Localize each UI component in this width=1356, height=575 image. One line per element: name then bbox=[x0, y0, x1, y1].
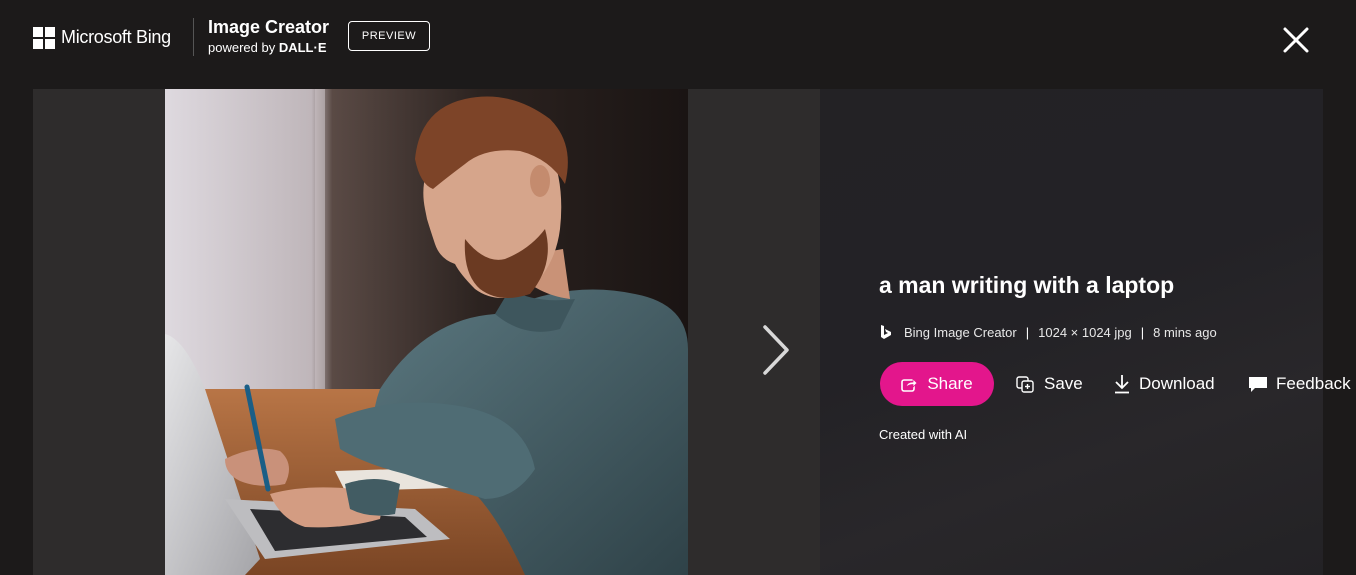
bing-b-icon bbox=[881, 325, 891, 339]
meta-source[interactable]: Bing Image Creator bbox=[904, 325, 1017, 340]
feedback-button[interactable]: Feedback bbox=[1248, 362, 1351, 406]
powered-by-name: DALL·E bbox=[278, 40, 327, 55]
preview-badge: PREVIEW bbox=[348, 21, 430, 51]
powered-by-prefix: powered by bbox=[208, 40, 276, 55]
save-icon bbox=[1016, 376, 1034, 393]
created-with-ai-note: Created with AI bbox=[879, 427, 968, 442]
generated-image[interactable] bbox=[165, 89, 688, 575]
viewer-right-strip bbox=[688, 89, 820, 575]
share-icon bbox=[901, 378, 918, 392]
download-button[interactable]: Download bbox=[1113, 362, 1215, 406]
microsoft-logo-icon[interactable] bbox=[33, 27, 55, 49]
top-bar: Microsoft Bing Image Creator powered by … bbox=[0, 0, 1356, 88]
next-image-button[interactable] bbox=[755, 322, 795, 378]
brand-name[interactable]: Microsoft Bing bbox=[61, 27, 171, 48]
share-label: Share bbox=[927, 374, 973, 393]
save-label: Save bbox=[1044, 374, 1083, 393]
product-title[interactable]: Image Creator bbox=[208, 17, 329, 38]
generated-image-illustration bbox=[165, 89, 688, 575]
chevron-right-icon bbox=[763, 325, 789, 375]
meta-dimensions: 1024 × 1024 jpg bbox=[1038, 324, 1132, 340]
meta-separator: | bbox=[1025, 324, 1030, 340]
meta-separator: | bbox=[1140, 324, 1145, 340]
feedback-label: Feedback bbox=[1276, 374, 1351, 393]
save-button[interactable]: Save bbox=[1016, 362, 1083, 406]
share-button[interactable]: Share bbox=[880, 362, 994, 406]
download-icon bbox=[1115, 375, 1129, 394]
close-button[interactable] bbox=[1280, 24, 1312, 56]
close-icon bbox=[1283, 27, 1309, 53]
viewer-left-strip bbox=[33, 89, 165, 575]
download-label: Download bbox=[1139, 374, 1215, 393]
image-title: a man writing with a laptop bbox=[879, 272, 1175, 298]
feedback-icon bbox=[1249, 377, 1267, 392]
image-meta: Bing Image Creator | 1024 × 1024 jpg | 8… bbox=[879, 323, 1217, 341]
header-divider bbox=[193, 18, 194, 56]
meta-age: 8 mins ago bbox=[1153, 324, 1217, 340]
powered-by: powered by DALL·E bbox=[208, 40, 327, 55]
